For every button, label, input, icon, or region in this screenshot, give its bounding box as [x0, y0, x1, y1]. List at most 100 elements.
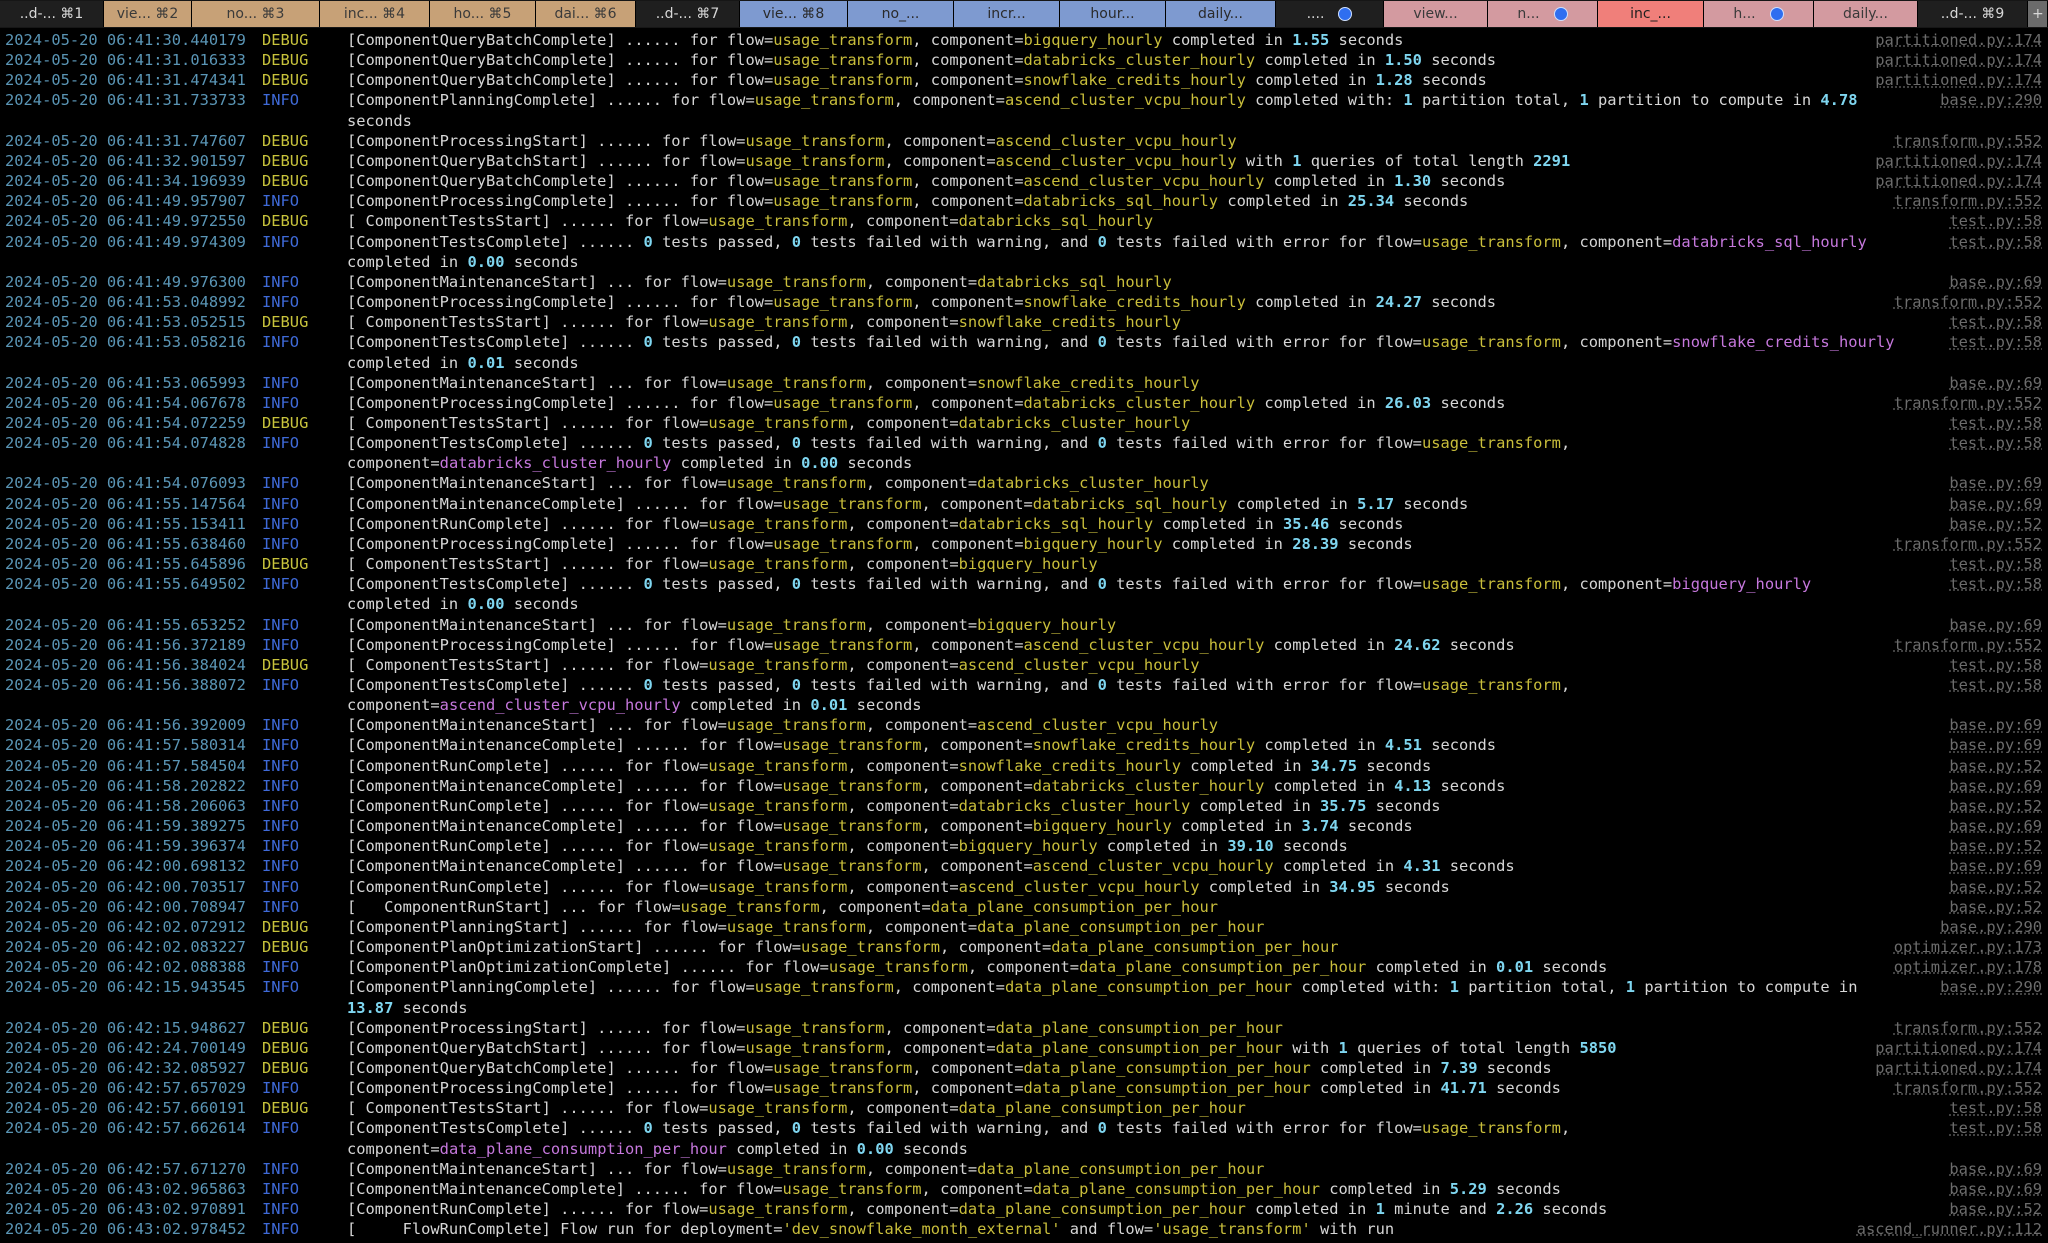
- log-level: DEBUG: [262, 555, 309, 574]
- log-source-link[interactable]: test.py:58: [1949, 312, 2042, 332]
- tab-17[interactable]: h...: [1704, 1, 1814, 27]
- log-source-link[interactable]: base.py:52: [1949, 877, 2042, 897]
- log-source-link[interactable]: transform.py:552: [1894, 1078, 2042, 1098]
- log-source-link[interactable]: base.py:69: [1949, 735, 2042, 755]
- log-source-link[interactable]: test.py:58: [1949, 1098, 2042, 1118]
- log-source-link[interactable]: test.py:58: [1949, 554, 2042, 574]
- log-source-link[interactable]: test.py:58: [1949, 675, 2042, 695]
- log-timestamp: 2024-05-20 06:41:55.153411: [5, 514, 246, 533]
- log-level: DEBUG: [262, 938, 309, 957]
- log-source-link[interactable]: partitioned.py:174: [1875, 1058, 2042, 1078]
- log-source-link[interactable]: base.py:52: [1949, 836, 2042, 856]
- log-source-link[interactable]: base.py:290: [1940, 977, 2042, 997]
- tab-19[interactable]: ..d-... ⌘9: [1918, 1, 2028, 27]
- log-source-link[interactable]: partitioned.py:174: [1875, 70, 2042, 90]
- log-line: 2024-05-20 06:42:57.657029 INFO [Component…: [0, 1078, 2048, 1098]
- log-source-link[interactable]: partitioned.py:174: [1875, 30, 2042, 50]
- tab-label: dai... ⌘6: [554, 6, 617, 22]
- log-source-link[interactable]: base.py:69: [1949, 494, 2042, 514]
- log-source-link[interactable]: partitioned.py:174: [1875, 50, 2042, 70]
- log-timestamp: 2024-05-20 06:41:54.076093: [5, 474, 246, 493]
- log-source-link[interactable]: base.py:69: [1949, 856, 2042, 876]
- log-source-link[interactable]: test.py:58: [1949, 332, 2042, 352]
- tab-12[interactable]: daily...: [1166, 1, 1276, 27]
- tab-13[interactable]: ....: [1276, 1, 1384, 27]
- log-source-link[interactable]: base.py:69: [1949, 1159, 2042, 1179]
- log-source-link[interactable]: base.py:52: [1949, 514, 2042, 534]
- log-source-link[interactable]: transform.py:552: [1894, 534, 2042, 554]
- tab-8[interactable]: vie... ⌘8: [740, 1, 848, 27]
- log-line: 2024-05-20 06:41:54.076093 INFO [Component…: [0, 473, 2048, 493]
- log-level: DEBUG: [262, 172, 309, 191]
- log-source-link[interactable]: base.py:52: [1949, 756, 2042, 776]
- tab-16[interactable]: inc_...: [1598, 1, 1704, 27]
- tab-5[interactable]: ho... ⌘5: [430, 1, 536, 27]
- log-message: [ComponentQueryBatchStart] ...... for fl…: [347, 151, 1571, 170]
- log-source-link[interactable]: transform.py:552: [1894, 393, 2042, 413]
- log-source-link[interactable]: transform.py:552: [1894, 635, 2042, 655]
- log-source-link[interactable]: test.py:58: [1949, 1118, 2042, 1138]
- log-source-link[interactable]: base.py:69: [1949, 816, 2042, 836]
- tab-4[interactable]: inc... ⌘4: [320, 1, 430, 27]
- tab-7[interactable]: ..d-... ⌘7: [636, 1, 740, 27]
- tab-6[interactable]: dai... ⌘6: [536, 1, 636, 27]
- log-source-link[interactable]: test.py:58: [1949, 655, 2042, 675]
- tab-20[interactable]: +: [2028, 1, 2048, 27]
- log-source-link[interactable]: base.py:69: [1949, 776, 2042, 796]
- log-source-link[interactable]: ascend_runner.py:112: [1857, 1219, 2042, 1239]
- log-source-link[interactable]: partitioned.py:174: [1875, 151, 2042, 171]
- log-source-link[interactable]: base.py:290: [1940, 90, 2042, 110]
- log-line: 2024-05-20 06:41:55.147564 INFO [Component…: [0, 494, 2048, 514]
- log-source-link[interactable]: base.py:69: [1949, 272, 2042, 292]
- log-source-link[interactable]: transform.py:552: [1894, 292, 2042, 312]
- tab-18[interactable]: daily...: [1814, 1, 1918, 27]
- log-line: 2024-05-20 06:42:57.671270 INFO [Component…: [0, 1159, 2048, 1179]
- log-source-link[interactable]: base.py:290: [1940, 917, 2042, 937]
- log-source-link[interactable]: optimizer.py:173: [1894, 937, 2042, 957]
- log-message: [ComponentProcessingStart] ...... for fl…: [347, 131, 1237, 150]
- log-source-link[interactable]: base.py:69: [1949, 1179, 2042, 1199]
- log-line: 2024-05-20 06:41:55.638460 INFO [Component…: [0, 534, 2048, 554]
- tab-11[interactable]: hour...: [1060, 1, 1166, 27]
- log-source-link[interactable]: test.py:58: [1949, 413, 2042, 433]
- log-message: [ComponentTestsComplete] ...... 0 tests …: [347, 232, 1877, 271]
- log-source-link[interactable]: partitioned.py:174: [1875, 1038, 2042, 1058]
- log-line: 2024-05-20 06:41:56.384024 DEBUG [ Compone…: [0, 655, 2048, 675]
- tab-3[interactable]: no... ⌘3: [192, 1, 320, 27]
- log-level: INFO: [262, 635, 300, 654]
- log-source-link[interactable]: test.py:58: [1949, 574, 2042, 594]
- log-line: 2024-05-20 06:41:53.052515 DEBUG [ Compone…: [0, 312, 2048, 332]
- log-message: [ComponentMaintenanceStart] ... for flow…: [347, 1159, 1265, 1178]
- log-line: 2024-05-20 06:41:30.440179 DEBUG [Componen…: [0, 30, 2048, 50]
- log-source-link[interactable]: base.py:69: [1949, 373, 2042, 393]
- tab-label: ....: [1306, 6, 1325, 22]
- log-source-link[interactable]: test.py:58: [1949, 433, 2042, 453]
- log-source-link[interactable]: test.py:58: [1949, 232, 2042, 252]
- log-source-link[interactable]: base.py:52: [1949, 1199, 2042, 1219]
- log-level: INFO: [262, 1179, 300, 1198]
- log-timestamp: 2024-05-20 06:41:53.065993: [5, 373, 246, 392]
- tab-9[interactable]: no_...: [848, 1, 954, 27]
- log-level: DEBUG: [262, 1099, 309, 1118]
- log-line: 2024-05-20 06:42:15.943545 INFO [Component…: [0, 977, 2048, 1017]
- log-source-link[interactable]: base.py:69: [1949, 615, 2042, 635]
- log-source-link[interactable]: partitioned.py:174: [1875, 171, 2042, 191]
- tab-15[interactable]: n...: [1488, 1, 1598, 27]
- tab-1[interactable]: ..d-... ⌘1: [0, 1, 104, 27]
- log-source-link[interactable]: base.py:69: [1949, 473, 2042, 493]
- log-source-link[interactable]: transform.py:552: [1894, 1018, 2042, 1038]
- log-source-link[interactable]: base.py:52: [1949, 796, 2042, 816]
- log-source-link[interactable]: base.py:52: [1949, 897, 2042, 917]
- log-timestamp: 2024-05-20 06:42:00.703517: [5, 877, 246, 896]
- log-source-link[interactable]: transform.py:552: [1894, 131, 2042, 151]
- log-source-link[interactable]: optimizer.py:178: [1894, 957, 2042, 977]
- log-source-link[interactable]: test.py:58: [1949, 211, 2042, 231]
- tab-10[interactable]: incr...: [954, 1, 1060, 27]
- log-source-link[interactable]: transform.py:552: [1894, 191, 2042, 211]
- log-source-link[interactable]: base.py:69: [1949, 715, 2042, 735]
- log-timestamp: 2024-05-20 06:41:31.733733: [5, 91, 246, 110]
- tab-2[interactable]: vie... ⌘2: [104, 1, 192, 27]
- log-line: 2024-05-20 06:41:49.972550 DEBUG [ Compone…: [0, 211, 2048, 231]
- tab-14[interactable]: view...: [1384, 1, 1488, 27]
- log-line: 2024-05-20 06:41:49.976300 INFO [Component…: [0, 272, 2048, 292]
